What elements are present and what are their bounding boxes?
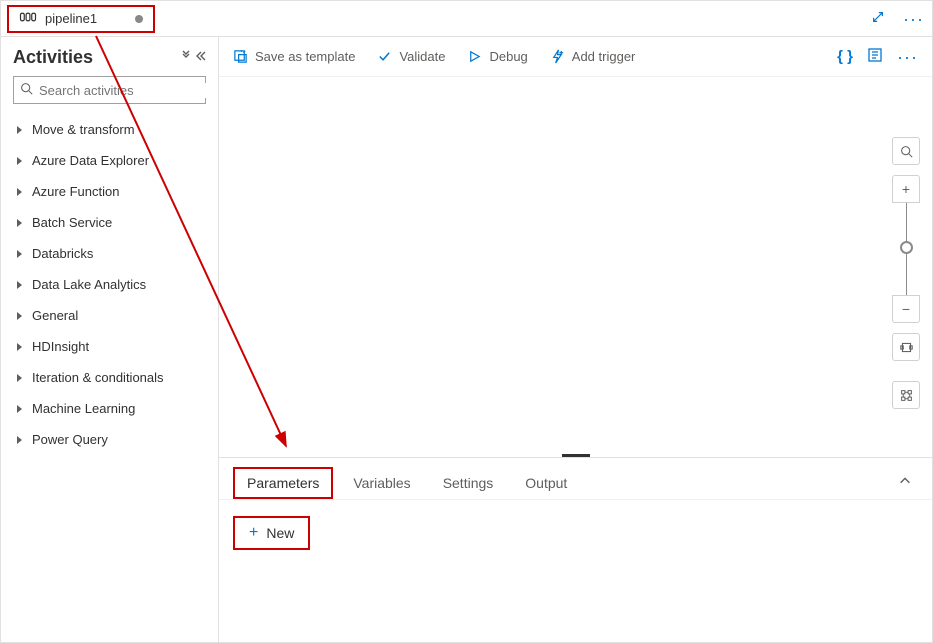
zoom-slider[interactable] (906, 203, 907, 295)
expand-chevron-icon (17, 374, 22, 382)
activity-category-item[interactable]: Data Lake Analytics (13, 269, 206, 300)
activity-category-item[interactable]: Azure Function (13, 176, 206, 207)
unsaved-dot-icon (135, 15, 143, 23)
activity-category-label: HDInsight (32, 339, 89, 354)
toolbar-more-icon[interactable]: ··· (897, 48, 918, 66)
expand-chevron-icon (17, 281, 22, 289)
zoom-search-button[interactable] (892, 137, 920, 165)
activity-category-label: Databricks (32, 246, 93, 261)
activity-category-item[interactable]: General (13, 300, 206, 331)
zoom-out-button[interactable]: − (892, 295, 920, 323)
auto-align-button[interactable] (892, 381, 920, 409)
more-menu-icon[interactable]: ··· (903, 10, 924, 28)
properties-tab-variables[interactable]: Variables (341, 469, 422, 497)
expand-chevron-icon (17, 126, 22, 134)
expand-chevron-icon (17, 312, 22, 320)
validate-label: Validate (399, 49, 445, 64)
debug-label: Debug (489, 49, 527, 64)
plus-icon: + (249, 524, 258, 542)
lightning-icon (550, 49, 565, 64)
activity-category-label: Iteration & conditionals (32, 370, 164, 385)
activity-category-item[interactable]: Iteration & conditionals (13, 362, 206, 393)
search-icon (20, 82, 33, 98)
collapse-sidebar-icon[interactable] (194, 50, 206, 65)
activity-category-label: Batch Service (32, 215, 112, 230)
validate-button[interactable]: Validate (377, 49, 445, 64)
activity-category-label: Azure Function (32, 184, 119, 199)
pipeline-canvas[interactable]: + − (219, 77, 932, 457)
pipeline-toolbar: Save as template Validate Debug Add trig… (219, 37, 932, 77)
activity-category-item[interactable]: Databricks (13, 238, 206, 269)
activity-category-label: Power Query (32, 432, 108, 447)
pipeline-icon (19, 8, 37, 29)
activity-category-label: General (32, 308, 78, 323)
save-template-icon (233, 49, 248, 64)
collapse-panel-icon[interactable] (898, 474, 918, 491)
zoom-controls: + − (892, 137, 920, 419)
save-as-template-button[interactable]: Save as template (233, 49, 355, 64)
search-activities-box[interactable] (13, 76, 206, 104)
expand-chevron-icon (17, 157, 22, 165)
play-icon (467, 49, 482, 64)
debug-button[interactable]: Debug (467, 49, 527, 64)
add-trigger-button[interactable]: Add trigger (550, 49, 636, 64)
activity-category-item[interactable]: Move & transform (13, 114, 206, 145)
code-view-icon[interactable]: { } (837, 48, 853, 65)
new-label: New (266, 525, 294, 541)
expand-chevron-icon (17, 343, 22, 351)
sidebar-title: Activities (13, 47, 93, 68)
activity-category-label: Machine Learning (32, 401, 135, 416)
activity-category-item[interactable]: Machine Learning (13, 393, 206, 424)
expand-all-icon[interactable] (180, 50, 192, 65)
tab-title: pipeline1 (45, 11, 97, 26)
zoom-in-button[interactable]: + (892, 175, 920, 203)
check-icon (377, 49, 392, 64)
zoom-fit-button[interactable] (892, 333, 920, 361)
expand-editor-icon[interactable] (871, 10, 885, 27)
activities-sidebar: Activities Move & transform Azure Data Ex… (1, 37, 219, 642)
expand-chevron-icon (17, 436, 22, 444)
panel-resize-handle[interactable] (562, 454, 590, 457)
expand-chevron-icon (17, 250, 22, 258)
search-activities-input[interactable] (39, 83, 215, 98)
expand-chevron-icon (17, 219, 22, 227)
properties-icon[interactable] (867, 47, 883, 66)
add-trigger-label: Add trigger (572, 49, 636, 64)
expand-chevron-icon (17, 405, 22, 413)
pipeline-tab[interactable]: pipeline1 (7, 5, 155, 33)
activity-category-label: Move & transform (32, 122, 135, 137)
properties-panel: Parameters Variables SettingsOutput + New (219, 457, 932, 642)
properties-tab-output[interactable]: Output (513, 469, 579, 497)
activity-category-item[interactable]: HDInsight (13, 331, 206, 362)
activity-category-item[interactable]: Power Query (13, 424, 206, 455)
activity-category-label: Data Lake Analytics (32, 277, 146, 292)
activity-category-item[interactable]: Azure Data Explorer (13, 145, 206, 176)
activity-category-item[interactable]: Batch Service (13, 207, 206, 238)
save-template-label: Save as template (255, 49, 355, 64)
properties-tab-settings[interactable]: Settings (431, 469, 506, 497)
activity-category-label: Azure Data Explorer (32, 153, 149, 168)
expand-chevron-icon (17, 188, 22, 196)
properties-tab-parameters[interactable]: Parameters (233, 467, 333, 499)
new-parameter-button[interactable]: + New (233, 516, 310, 550)
